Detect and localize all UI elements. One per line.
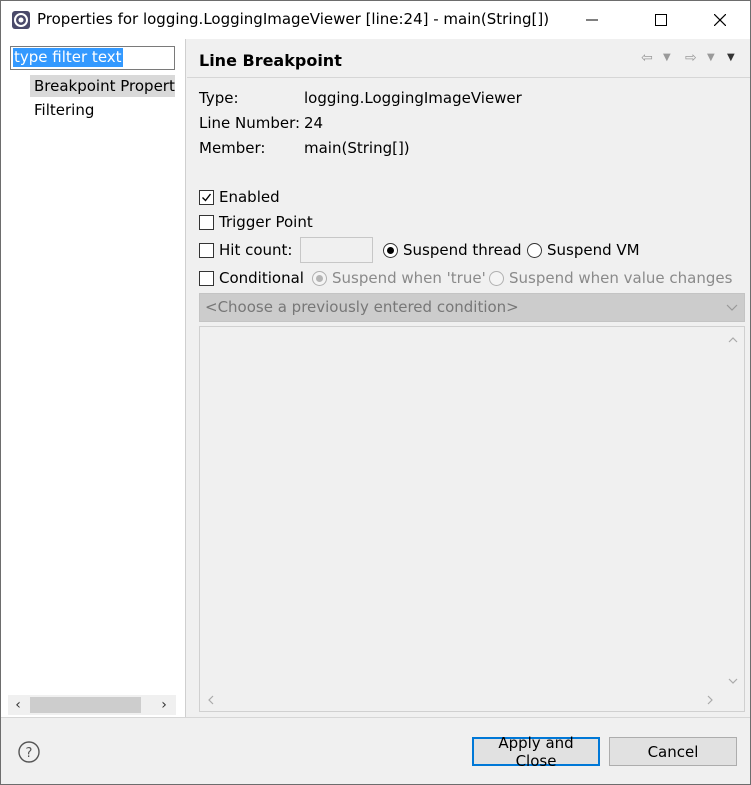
title-bar: Properties for logging.LoggingImageViewe… <box>1 1 750 39</box>
conditional-checkbox[interactable]: Conditional <box>199 268 304 288</box>
line-number-value: 24 <box>304 114 324 132</box>
svg-text:?: ? <box>26 746 33 761</box>
cancel-button[interactable]: Cancel <box>609 737 737 766</box>
bottom-divider <box>1 717 750 718</box>
scroll-up-icon[interactable] <box>728 331 738 349</box>
apply-and-close-button[interactable]: Apply and Close <box>472 734 600 770</box>
tree-item-filtering[interactable]: Filtering <box>30 99 94 121</box>
chevron-down-icon <box>726 294 738 330</box>
minimize-button[interactable] <box>569 1 615 39</box>
condition-editor[interactable] <box>199 326 745 712</box>
filter-input-text: type filter text <box>13 48 123 67</box>
hit-count-label: Hit count: <box>219 241 293 259</box>
maximize-icon <box>655 14 667 26</box>
close-button[interactable] <box>697 1 743 39</box>
hit-count-checkbox[interactable]: Hit count: <box>199 240 292 260</box>
eclipse-app-icon <box>11 10 31 30</box>
window-title: Properties for logging.LoggingImageViewe… <box>37 10 550 28</box>
condition-combo-text: <Choose a previously entered condition> <box>205 298 519 316</box>
type-label: Type: <box>199 89 239 107</box>
filter-input[interactable]: type filter text <box>10 46 175 70</box>
enabled-label: Enabled <box>219 188 280 206</box>
back-dropdown-icon[interactable]: ▼ <box>663 49 671 67</box>
scroll-left-icon[interactable]: ‹ <box>8 695 28 715</box>
radio-selected-icon <box>312 270 327 286</box>
view-menu-icon[interactable]: ▼ <box>727 49 735 67</box>
minimize-icon <box>586 19 598 21</box>
scroll-right-icon[interactable] <box>705 691 715 709</box>
property-tree-panel: type filter text Breakpoint Properti Fil… <box>1 39 186 717</box>
scroll-thumb[interactable] <box>30 697 141 713</box>
type-value: logging.LoggingImageViewer <box>304 89 522 107</box>
hit-count-input[interactable] <box>300 237 373 263</box>
trigger-point-checkbox[interactable]: Trigger Point <box>199 212 313 232</box>
trigger-point-label: Trigger Point <box>219 213 313 231</box>
suspend-vm-radio[interactable]: Suspend VM <box>527 240 640 260</box>
checkbox-icon <box>199 242 214 258</box>
help-icon[interactable]: ? <box>18 741 40 763</box>
suspend-when-changes-label: Suspend when value changes <box>509 269 733 287</box>
properties-dialog: Properties for logging.LoggingImageViewe… <box>0 0 751 785</box>
member-label: Member: <box>199 139 266 157</box>
member-value: main(String[]) <box>304 139 410 157</box>
back-arrow-icon[interactable]: ⇦ <box>641 49 653 67</box>
suspend-thread-radio[interactable]: Suspend thread <box>383 240 522 260</box>
scroll-right-icon[interactable]: › <box>154 695 174 715</box>
condition-history-combo[interactable]: <Choose a previously entered condition> <box>199 293 745 322</box>
property-page: Line Breakpoint ⇦ ▼ ⇨ ▼ ▼ Type: logging.… <box>187 39 750 717</box>
title-divider <box>187 77 750 78</box>
close-icon <box>714 14 726 26</box>
tree-item-breakpoint-properties[interactable]: Breakpoint Properti <box>30 75 175 97</box>
scroll-down-icon[interactable] <box>728 672 738 690</box>
conditional-label: Conditional <box>219 269 304 287</box>
maximize-button[interactable] <box>638 1 684 39</box>
radio-icon <box>489 270 504 286</box>
suspend-vm-label: Suspend VM <box>547 241 640 259</box>
tree-horizontal-scrollbar[interactable]: ‹ › <box>8 695 176 715</box>
radio-icon <box>527 242 542 258</box>
page-navigation: ⇦ ▼ ⇨ ▼ ▼ <box>641 49 741 67</box>
forward-dropdown-icon[interactable]: ▼ <box>707 49 715 67</box>
checkbox-icon <box>199 214 214 230</box>
suspend-thread-label: Suspend thread <box>403 241 522 259</box>
checkbox-checked-icon <box>199 189 214 205</box>
suspend-when-true-radio[interactable]: Suspend when 'true' <box>312 268 486 288</box>
scroll-left-icon[interactable] <box>206 691 216 709</box>
checkbox-icon <box>199 270 214 286</box>
line-number-label: Line Number: <box>199 114 301 132</box>
radio-selected-icon <box>383 242 398 258</box>
page-title: Line Breakpoint <box>199 51 342 70</box>
suspend-when-changes-radio[interactable]: Suspend when value changes <box>489 268 732 288</box>
enabled-checkbox[interactable]: Enabled <box>199 187 280 207</box>
suspend-when-true-label: Suspend when 'true' <box>332 269 486 287</box>
forward-arrow-icon[interactable]: ⇨ <box>685 49 697 67</box>
